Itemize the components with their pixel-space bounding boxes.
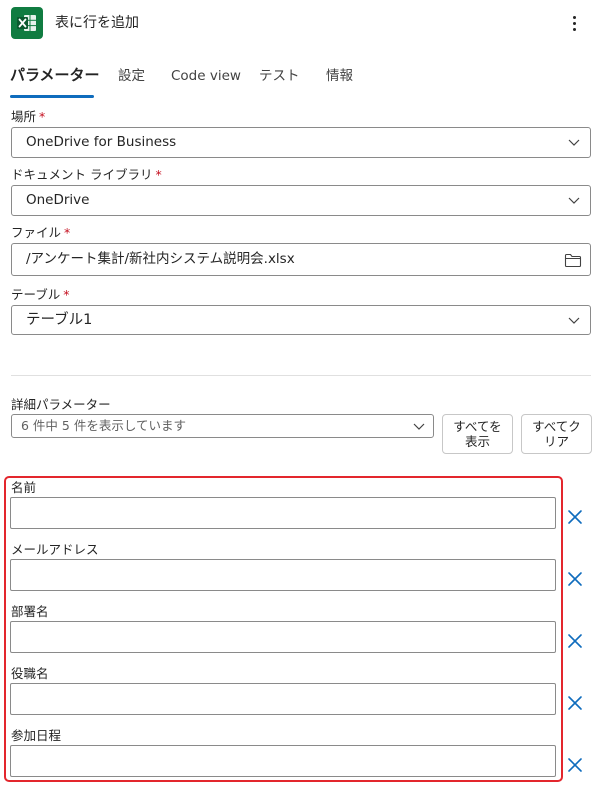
close-icon[interactable] bbox=[567, 509, 583, 525]
close-icon[interactable] bbox=[567, 757, 583, 773]
location-value: OneDrive for Business bbox=[26, 134, 177, 150]
required-mark: * bbox=[64, 225, 71, 240]
document-library-value: OneDrive bbox=[26, 192, 90, 208]
section-divider bbox=[11, 375, 591, 376]
job-title-input[interactable] bbox=[10, 683, 556, 715]
date-input[interactable] bbox=[10, 745, 556, 777]
header: 表に行を追加 bbox=[0, 0, 601, 46]
document-library-label: ドキュメント ライブラリ * bbox=[11, 167, 162, 182]
name-input[interactable] bbox=[10, 497, 556, 529]
chevron-down-icon bbox=[568, 317, 580, 324]
tab-info[interactable]: 情報 bbox=[326, 66, 353, 86]
more-vertical-icon bbox=[572, 15, 576, 19]
chevron-down-icon bbox=[413, 423, 425, 430]
tab-settings[interactable]: 設定 bbox=[118, 66, 145, 86]
location-label: 場所 * bbox=[11, 109, 46, 124]
department-input[interactable] bbox=[10, 621, 556, 653]
param-label-title: 役職名 bbox=[11, 666, 49, 681]
clear-all-button[interactable]: すべてク リア bbox=[521, 414, 592, 454]
tab-code-view[interactable]: Code view bbox=[171, 66, 241, 86]
advanced-parameters-select[interactable]: 6 件中 5 件を表示しています bbox=[11, 414, 434, 438]
close-icon[interactable] bbox=[567, 571, 583, 587]
param-label-department: 部署名 bbox=[11, 604, 49, 619]
tab-test[interactable]: テスト bbox=[259, 66, 300, 86]
advanced-parameters-label: 詳細パラメーター bbox=[11, 397, 111, 412]
table-label: テーブル * bbox=[11, 287, 70, 302]
more-options-button[interactable] bbox=[564, 12, 584, 34]
param-label-date: 参加日程 bbox=[11, 728, 62, 743]
advanced-parameters-summary: 6 件中 5 件を表示しています bbox=[21, 418, 186, 433]
required-mark: * bbox=[39, 109, 46, 124]
show-all-button[interactable]: すべてを 表示 bbox=[442, 414, 513, 454]
page-title: 表に行を追加 bbox=[55, 15, 139, 31]
tab-bar: パラメーター 設定 Code view テスト 情報 bbox=[0, 58, 601, 100]
table-select[interactable]: テーブル1 bbox=[11, 305, 591, 335]
close-icon[interactable] bbox=[567, 695, 583, 711]
active-tab-indicator bbox=[10, 95, 94, 98]
excel-icon bbox=[11, 7, 43, 39]
chevron-down-icon bbox=[568, 139, 580, 146]
file-input[interactable]: /アンケート集計/新社内システム説明会.xlsx bbox=[11, 243, 591, 276]
document-library-select[interactable]: OneDrive bbox=[11, 185, 591, 216]
tab-parameters[interactable]: パラメーター bbox=[10, 65, 100, 85]
table-value: テーブル1 bbox=[26, 312, 93, 328]
file-value: /アンケート集計/新社内システム説明会.xlsx bbox=[26, 251, 295, 267]
chevron-down-icon bbox=[568, 197, 580, 204]
email-input[interactable] bbox=[10, 559, 556, 591]
param-label-email: メールアドレス bbox=[11, 542, 99, 557]
required-mark: * bbox=[63, 287, 70, 302]
required-mark: * bbox=[155, 167, 162, 182]
folder-icon[interactable] bbox=[564, 253, 582, 268]
location-select[interactable]: OneDrive for Business bbox=[11, 127, 591, 158]
file-label: ファイル * bbox=[11, 225, 71, 240]
param-label-name: 名前 bbox=[11, 480, 37, 495]
close-icon[interactable] bbox=[567, 633, 583, 649]
